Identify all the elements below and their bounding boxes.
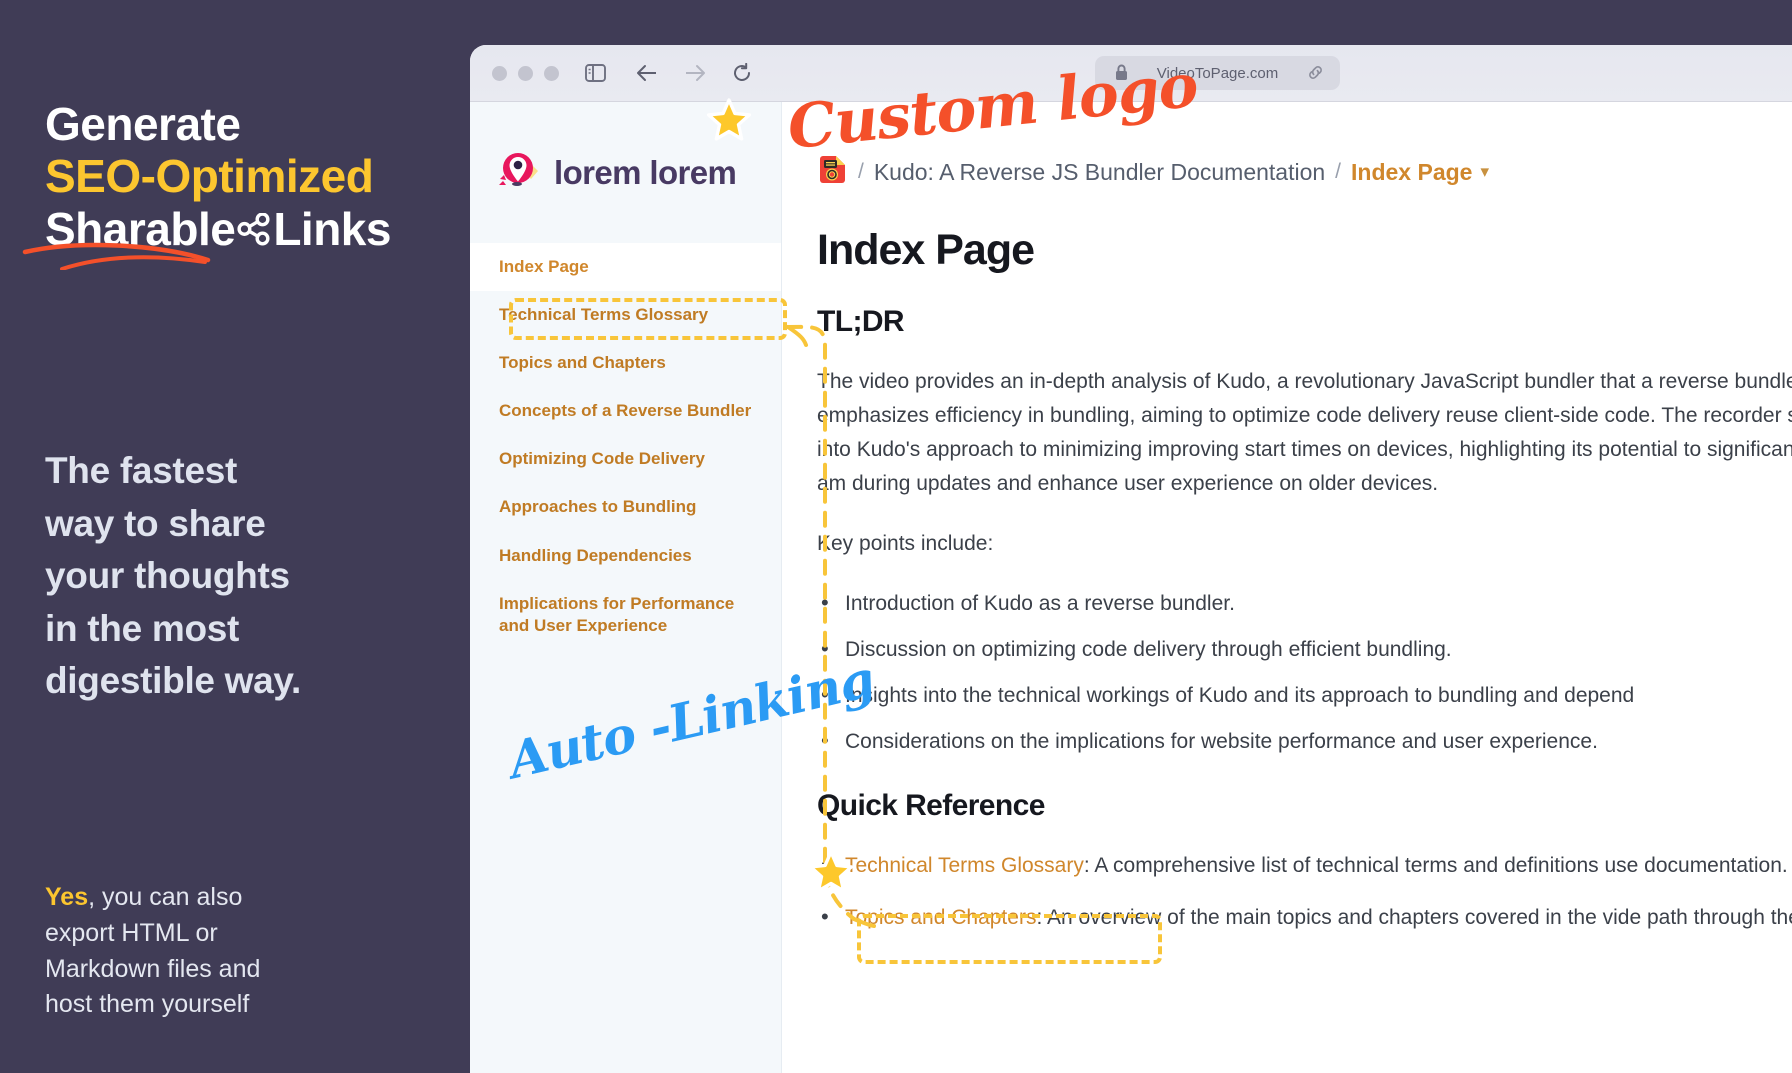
document-content: Index Page TL;DR The video provides an i… [782, 190, 1792, 935]
close-dot-icon[interactable] [492, 65, 507, 81]
sidebar-item-implications-for-performance[interactable]: Implications for Performance and User Ex… [470, 580, 781, 650]
marketing-panel: Generate SEO-Optimized Sharable Links The… [0, 0, 470, 1073]
sidebar-item-approaches-to-bundling[interactable]: Approaches to Bundling [470, 483, 781, 531]
sidebar-item-label: Concepts of a Reverse Bundler [499, 401, 752, 421]
document-record-icon [817, 154, 848, 190]
forward-arrow-icon[interactable] [684, 64, 706, 82]
headline-line-1: Generate [45, 98, 241, 150]
footnote-emphasis: Yes [45, 883, 89, 911]
chain-link-icon[interactable] [1307, 64, 1324, 86]
parrot-logo-icon [499, 149, 541, 196]
headline-word-links: Links [273, 202, 391, 255]
minimize-dot-icon[interactable] [518, 65, 533, 81]
quick-ref-text: : A comprehensive list of technical term… [1083, 854, 1788, 878]
browser-window: VideoToPage.com lorem lorem Index Page T… [470, 45, 1792, 1073]
screenshot-root: Generate SEO-Optimized Sharable Links The… [0, 0, 1792, 1073]
app-body: lorem lorem Index Page Technical Terms G… [470, 102, 1792, 1073]
list-item: Introduction of Kudo as a reverse bundle… [817, 585, 1792, 621]
sidebar-item-label: Index Page [499, 257, 589, 276]
breadcrumb-parent-link[interactable]: Kudo: A Reverse JS Bundler Documentation [874, 159, 1325, 186]
sidebar-item-label: Optimizing Code Delivery [499, 449, 705, 469]
lock-icon [1115, 64, 1128, 86]
tldr-paragraph: The video provides an in-depth analysis … [817, 370, 1792, 496]
breadcrumb: / Kudo: A Reverse JS Bundler Documentati… [782, 102, 1792, 190]
sidebar-item-concepts-of-a-reverse-bundler[interactable]: Concepts of a Reverse Bundler [470, 387, 781, 435]
sidebar-item-optimizing-code-delivery[interactable]: Optimizing Code Delivery [470, 435, 781, 483]
list-item: Discussion on optimizing code delivery t… [817, 631, 1792, 667]
sidebar-item-handling-dependencies[interactable]: Handling Dependencies [470, 532, 781, 580]
main-content: / Kudo: A Reverse JS Bundler Documentati… [782, 102, 1792, 1073]
sidebar-item-topics-and-chapters[interactable]: Topics and Chapters [470, 339, 781, 387]
quick-ref-text: : An overview of the main topics and cha… [1036, 906, 1792, 930]
marketing-footnote: Yes, you can also export HTML or Markdow… [45, 880, 260, 1023]
key-points-list: Introduction of Kudo as a reverse bundle… [817, 585, 1792, 759]
list-item: Insights into the technical workings of … [817, 677, 1792, 713]
page-title: Index Page [817, 226, 1035, 274]
section-heading-quick-reference: Quick Reference [817, 789, 1045, 823]
sidebar-item-index-page[interactable]: Index Page [470, 243, 781, 292]
address-bar[interactable]: VideoToPage.com [1095, 56, 1340, 90]
section-heading-tldr: TL;DR [817, 305, 905, 338]
reload-icon[interactable] [732, 63, 752, 83]
list-item: Technical Terms Glossary: A comprehensiv… [817, 847, 1792, 883]
breadcrumb-current-page[interactable]: Index Page [1351, 159, 1472, 186]
list-item: Considerations on the implications for w… [817, 723, 1792, 759]
quick-ref-link-topics-and-chapters[interactable]: Topics and Chapters [845, 906, 1036, 929]
sidebar-item-technical-terms-glossary[interactable]: Technical Terms Glossary [470, 291, 781, 339]
breadcrumb-separator-2: / [1335, 160, 1342, 183]
list-item: Topics and Chapters: An overview of the … [817, 899, 1792, 935]
marketing-subheadline: The fastest way to share your thoughts i… [45, 450, 301, 702]
sidebar-item-label: Technical Terms Glossary [499, 305, 709, 325]
url-text: VideoToPage.com [1156, 64, 1279, 82]
underline-swoosh-decoration [22, 242, 211, 270]
quick-ref-link-technical-terms-glossary[interactable]: Technical Terms Glossary [845, 854, 1084, 877]
sidebar-item-label: Implications for Performance and User Ex… [499, 593, 735, 635]
chevron-down-icon[interactable]: ▾ [1480, 162, 1489, 182]
headline-line-2: SEO-Optimized [45, 150, 374, 203]
browser-toolbar: VideoToPage.com [470, 45, 1792, 102]
app-sidebar: lorem lorem Index Page Technical Terms G… [470, 102, 782, 1073]
sidebar-toggle-icon[interactable] [585, 64, 606, 82]
sidebar-item-label: Approaches to Bundling [499, 497, 697, 517]
back-arrow-icon[interactable] [636, 64, 658, 82]
brand-header[interactable]: lorem lorem [470, 102, 781, 196]
share-icon [237, 205, 271, 246]
sidebar-item-label: Handling Dependencies [499, 545, 692, 565]
window-traffic-lights[interactable] [492, 65, 559, 81]
key-points-intro: Key points include: [817, 532, 994, 556]
sidebar-nav: Index Page Technical Terms Glossary Topi… [470, 243, 781, 650]
marketing-headline: Generate SEO-Optimized Sharable Links [45, 98, 391, 255]
quick-reference-list: Technical Terms Glossary: A comprehensiv… [817, 847, 1792, 935]
sidebar-item-label: Topics and Chapters [499, 353, 666, 373]
brand-name: lorem lorem [554, 153, 737, 191]
maximize-dot-icon[interactable] [544, 65, 559, 81]
breadcrumb-separator: / [858, 160, 864, 183]
